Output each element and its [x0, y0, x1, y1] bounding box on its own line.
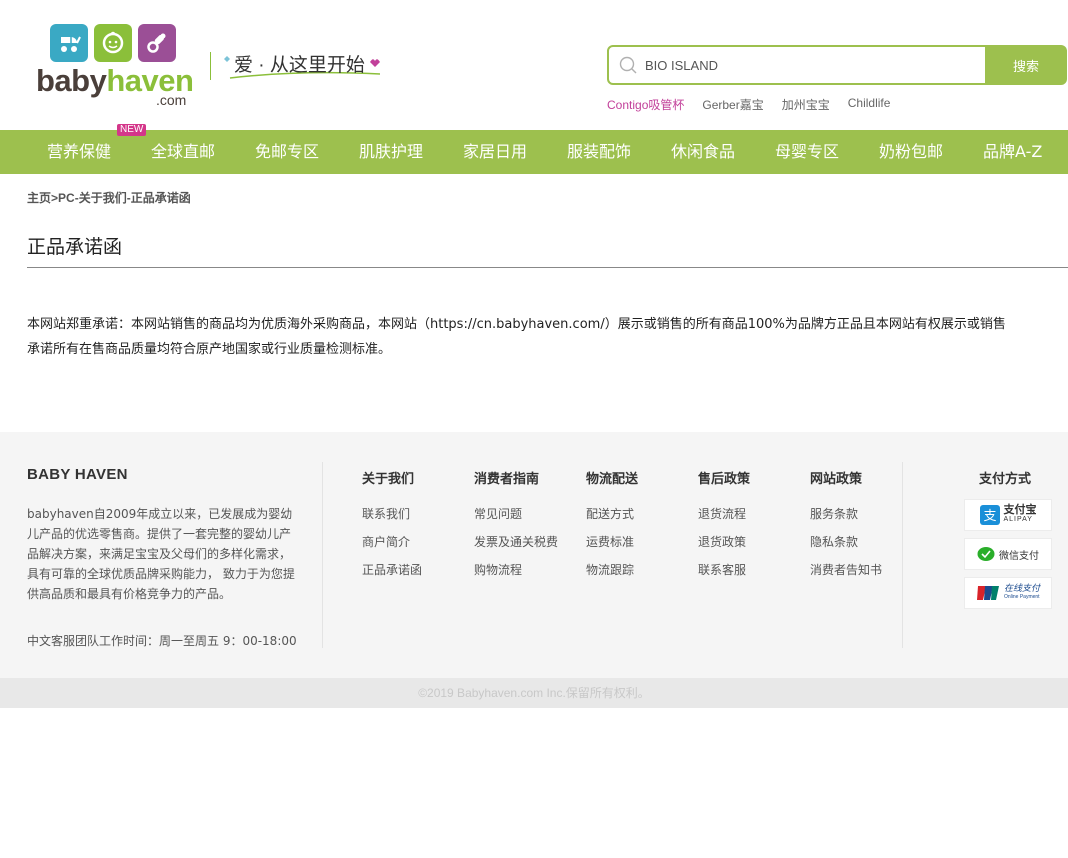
footer-link[interactable]: 发票及通关税费 [474, 533, 558, 561]
search-input[interactable] [645, 47, 975, 83]
footer-col-title: 网站政策 [810, 472, 863, 487]
unionpay-label: 在线支付 [1003, 583, 1040, 593]
payment-title: 支付方式 [979, 472, 1032, 487]
body-paragraph-line: 本网站郑重承诺：本网站销售的商品均为优质海外采购商品，本网站（https://c… [27, 317, 1006, 332]
logo-icons [50, 24, 176, 62]
footer-link[interactable]: 常见问题 [474, 505, 558, 533]
footer-service-hours: 中文客服团队工作时间：周一至周五 9：00-18:00 [27, 634, 297, 648]
footer-col-title: 售后政策 [698, 472, 751, 487]
footer-link[interactable]: 运费标准 [586, 533, 638, 561]
footer-divider [322, 462, 323, 648]
nav-item-snacks[interactable]: 休闲食品 [671, 130, 735, 174]
breadcrumb-separator: > [51, 191, 59, 205]
nav-item-household[interactable]: 家居日用 [463, 130, 527, 174]
nav-item-global-direct[interactable]: 全球直邮 [151, 130, 215, 174]
stroller-icon [50, 24, 88, 62]
nav-item-skincare[interactable]: 肌肤护理 [359, 130, 423, 174]
footer-col-title: 物流配送 [586, 472, 639, 487]
hot-search-link[interactable]: 加州宝宝 [782, 96, 830, 113]
breadcrumb-current: PC-关于我们-正品承诺函 [58, 191, 191, 205]
wechat-icon [977, 547, 995, 561]
hot-search-link[interactable]: Contigo吸管杯 [607, 96, 684, 113]
copyright-bar: ©2019 Babyhaven.com Inc.保留所有权利。 [0, 678, 1068, 708]
search-bar: 搜索 [607, 45, 1067, 85]
footer-link[interactable]: 物流跟踪 [586, 561, 638, 589]
hot-search-link[interactable]: Childlife [848, 96, 891, 113]
footer-link[interactable]: 退货流程 [698, 505, 750, 533]
footer-col-title: 消费者指南 [474, 472, 540, 487]
hot-search-links: Contigo吸管杯 Gerber嘉宝 加州宝宝 Childlife [607, 96, 890, 113]
site-header: babyhaven .com 爱 · 从这里开始 搜索 Contigo吸管杯 G… [0, 0, 1068, 130]
footer-link[interactable]: 退货政策 [698, 533, 750, 561]
nav-item-free-shipping[interactable]: 免邮专区 [255, 130, 319, 174]
unionpay-badge: 在线支付 Online Payment [964, 577, 1052, 609]
logo-suffix: .com [156, 92, 187, 108]
nav-item-brands[interactable]: 品牌A-Z [983, 130, 1042, 174]
new-badge: NEW [117, 124, 147, 136]
breadcrumb-home[interactable]: 主页 [27, 191, 51, 205]
title-divider [27, 267, 1068, 268]
baby-face-icon [94, 24, 132, 62]
slogan-divider [210, 52, 211, 80]
footer-col-about: 关于我们 联系我们 商户简介 正品承诺函 [362, 468, 422, 589]
nav-item-formula[interactable]: 奶粉包邮 [879, 130, 943, 174]
body-paragraph-line: 承诺所有在售商品质量均符合原产地国家或行业质量检测标准。 [27, 342, 392, 357]
footer-col-shipping: 物流配送 配送方式 运费标准 物流跟踪 [586, 468, 638, 589]
footer-link[interactable]: 商户简介 [362, 533, 422, 561]
slogan: 爱 · 从这里开始 [222, 48, 392, 82]
copyright-text: ©2019 Babyhaven.com Inc.保留所有权利。 [418, 686, 650, 700]
alipay-badge: 支 支付宝 ALIPAY [964, 499, 1052, 531]
footer-divider [902, 462, 903, 648]
wechat-pay-label: 微信支付 [999, 550, 1039, 562]
footer-link[interactable]: 配送方式 [586, 505, 638, 533]
footer-link[interactable]: 联系客服 [698, 561, 750, 589]
footer-link[interactable]: 隐私条款 [810, 533, 882, 561]
breadcrumb: 主页>PC-关于我们-正品承诺函 [27, 189, 191, 206]
site-footer: BABY HAVEN babyhaven自2009年成立以来，已发展成为婴幼儿产… [0, 432, 1068, 678]
alipay-sublabel: ALIPAY [1003, 516, 1033, 523]
hot-search-link[interactable]: Gerber嘉宝 [702, 96, 763, 113]
footer-col-after-sales: 售后政策 退货流程 退货政策 联系客服 [698, 468, 750, 589]
footer-about-text: babyhaven自2009年成立以来，已发展成为婴幼儿产品的优选零售商。提供了… [27, 507, 295, 601]
footer-link[interactable]: 购物流程 [474, 561, 558, 589]
nav-item-mother-baby[interactable]: 母婴专区 [775, 130, 839, 174]
search-icon [619, 56, 637, 74]
nav-item-nutrition[interactable]: 营养保健 [47, 130, 111, 174]
slogan-text: 爱 · 从这里开始 [234, 55, 365, 76]
footer-link[interactable]: 服务条款 [810, 505, 882, 533]
page-body: 本网站郑重承诺：本网站销售的商品均为优质海外采购商品，本网站（https://c… [27, 312, 1068, 362]
footer-col-title: 关于我们 [362, 472, 415, 487]
main-nav: 营养保健 全球直邮 免邮专区 肌肤护理 家居日用 服装配饰 休闲食品 母婴专区 … [0, 130, 1068, 174]
unionpay-icon [976, 586, 999, 600]
nav-item-apparel[interactable]: 服装配饰 [567, 130, 631, 174]
svg-text:支: 支 [983, 509, 996, 524]
search-box [607, 45, 987, 85]
search-button[interactable]: 搜索 [985, 45, 1067, 85]
footer-link[interactable]: 正品承诺函 [362, 561, 422, 589]
page-title: 正品承诺函 [27, 236, 123, 258]
footer-link[interactable]: 消费者告知书 [810, 561, 882, 589]
unionpay-sublabel: Online Payment [1003, 594, 1040, 600]
alipay-icon: 支 [979, 505, 1000, 525]
pacifier-icon [138, 24, 176, 62]
footer-brand: BABY HAVEN [27, 466, 128, 483]
footer-col-policy: 网站政策 服务条款 隐私条款 消费者告知书 [810, 468, 882, 589]
site-logo[interactable]: babyhaven .com [36, 24, 201, 109]
alipay-label: 支付宝 [1003, 504, 1037, 516]
wechat-pay-badge: 微信支付 [964, 538, 1052, 570]
footer-link[interactable]: 联系我们 [362, 505, 422, 533]
footer-col-guide: 消费者指南 常见问题 发票及通关税费 购物流程 [474, 468, 558, 589]
